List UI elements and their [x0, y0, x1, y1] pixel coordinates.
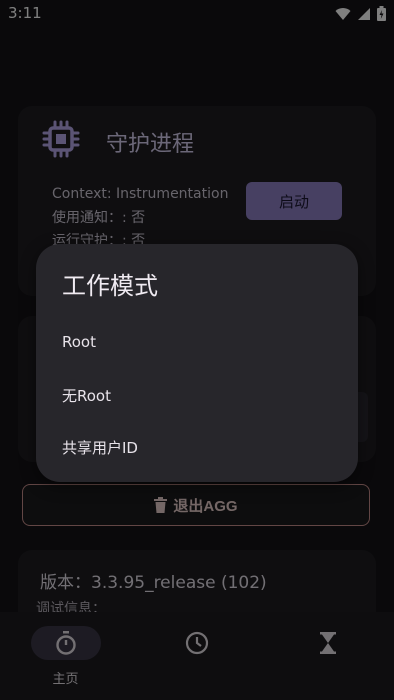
dialog-title: 工作模式 — [62, 272, 158, 300]
work-mode-dialog: 工作模式 Root 无Root 共享用户ID — [36, 244, 358, 482]
option-root[interactable]: Root — [36, 318, 358, 366]
option-shared-user-id[interactable]: 共享用户ID — [36, 423, 358, 471]
option-no-root[interactable]: 无Root — [36, 371, 358, 419]
